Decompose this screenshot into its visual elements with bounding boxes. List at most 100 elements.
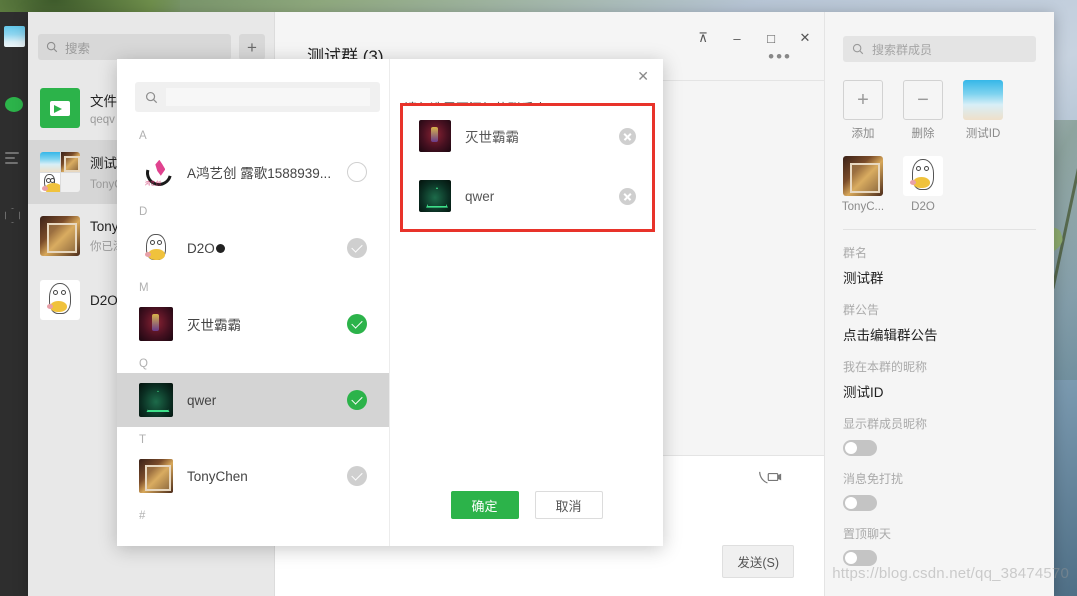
search-icon (46, 41, 58, 53)
avatar (139, 383, 173, 417)
member-label: D2O (911, 201, 935, 213)
avatar (963, 80, 1003, 120)
toggle-pin-chat[interactable] (843, 550, 877, 566)
nav-rail (0, 12, 28, 596)
dialog-actions: 确定 取消 (390, 491, 663, 519)
search-placeholder: 搜索 (65, 41, 91, 56)
field-my-nickname[interactable]: 我在本群的昵称 测试ID (843, 358, 1036, 401)
avatar (139, 231, 173, 265)
member-item[interactable]: D2O (903, 156, 943, 213)
chat-icon[interactable] (5, 97, 23, 115)
field-value: 点击编辑群公告 (843, 328, 938, 343)
group-letter-a: A (139, 130, 147, 142)
plus-icon: + (843, 80, 883, 120)
watermark: https://blog.csdn.net/qq_38474570 (832, 565, 1069, 582)
contact-row-ahong[interactable]: 鸿艺创 A鸿艺创 露歌1588939... (117, 145, 389, 199)
contact-search[interactable] (135, 82, 380, 112)
field-label: 群名 (843, 246, 868, 260)
checkbox-disabled (347, 238, 367, 258)
search-input[interactable]: 搜索 (38, 34, 231, 60)
confirm-button[interactable]: 确定 (450, 491, 519, 519)
member-label: 删除 (911, 128, 935, 140)
member-label: 添加 (851, 128, 875, 140)
member-search-input[interactable]: 搜索群成员 (843, 36, 1036, 62)
video-call-icon[interactable] (758, 468, 782, 486)
remove-selected-icon[interactable] (619, 127, 636, 145)
group-info-panel: 搜索群成员 + 添加 − 删除 测试ID TonyC... D2O 群名 测试群… (824, 12, 1054, 596)
member-label: TonyC... (841, 201, 885, 213)
avatar: 鸿艺创 (139, 155, 173, 189)
remove-member-button[interactable]: − 删除 (903, 80, 943, 141)
contact-avatar (40, 280, 80, 320)
search-icon (852, 43, 864, 55)
add-contacts-dialog: A 鸿艺创 A鸿艺创 露歌1588939... D D2O M 灭世霸霸 Q q… (117, 59, 663, 546)
avatar (843, 156, 883, 196)
contact-avatar (40, 216, 80, 256)
selected-contacts-panel: ✕ 请勾选需要添加的联系人 灭世霸霸 qwer 确定 取消 (390, 59, 663, 546)
rail-profile-avatar[interactable] (4, 26, 25, 47)
selected-contacts-highlight: 灭世霸霸 qwer (400, 103, 655, 232)
contact-name: 灭世霸霸 (187, 318, 241, 333)
member-item[interactable]: TonyC... (841, 156, 885, 213)
field-mute: 消息免打扰 (843, 470, 1036, 511)
field-label: 显示群成员昵称 (843, 417, 928, 431)
pin-button[interactable]: ⊼ (686, 24, 720, 52)
avatar (419, 120, 451, 152)
field-group-name[interactable]: 群名 测试群 (843, 244, 1036, 287)
minimize-button[interactable]: – (720, 24, 754, 52)
chat-name: D2O (90, 292, 118, 308)
send-button[interactable]: 发送(S) (722, 545, 794, 578)
contacts-icon[interactable] (5, 152, 23, 170)
avatar (139, 459, 173, 493)
group-letter-hash: # (139, 510, 146, 522)
favorites-icon[interactable] (5, 208, 23, 226)
member-search-placeholder: 搜索群成员 (872, 42, 933, 57)
field-pin-chat: 置顶聊天 (843, 525, 1036, 566)
checkbox-unchecked[interactable] (347, 162, 367, 182)
contact-name: qwer (187, 392, 217, 408)
remove-selected-icon[interactable] (619, 187, 636, 205)
field-label: 置顶聊天 (843, 527, 892, 541)
field-group-announcement[interactable]: 群公告 点击编辑群公告 (843, 301, 1036, 344)
contact-name: D2O (187, 241, 333, 256)
selected-contact-name: 灭世霸霸 (465, 130, 519, 145)
checkbox-checked[interactable] (347, 390, 367, 410)
member-item[interactable]: 测试ID (963, 80, 1003, 141)
field-value: 测试群 (843, 271, 884, 286)
field-label: 群公告 (843, 303, 880, 317)
group-letter-m: M (139, 282, 149, 294)
contact-row-qwer[interactable]: qwer (117, 373, 389, 427)
contact-row-mieshibaba[interactable]: 灭世霸霸 (117, 297, 389, 351)
search-icon (145, 91, 158, 103)
contact-name: TonyChen (187, 468, 248, 484)
contact-search-input[interactable] (166, 88, 370, 106)
toggle-show-member-nicknames[interactable] (843, 440, 877, 456)
contact-row-d2o[interactable]: D2O (117, 221, 389, 275)
add-member-button[interactable]: + 添加 (843, 80, 883, 141)
contact-row-tonychen[interactable]: TonyChen (117, 449, 389, 503)
group-letter-t: T (139, 434, 147, 446)
cancel-button[interactable]: 取消 (534, 491, 603, 519)
window-controls: ⊼ – □ ✕ (686, 24, 822, 52)
selected-contact-row: qwer (403, 166, 652, 226)
field-value: 测试ID (843, 385, 884, 400)
maximize-button[interactable]: □ (754, 24, 788, 52)
member-grid: + 添加 − 删除 测试ID TonyC... D2O (841, 80, 1036, 213)
add-chat-button[interactable]: + (239, 34, 265, 60)
checkbox-disabled (347, 466, 367, 486)
checkbox-checked[interactable] (347, 314, 367, 334)
field-label: 消息免打扰 (843, 472, 904, 486)
group-letter-d: D (139, 206, 148, 218)
field-label: 我在本群的昵称 (843, 360, 928, 374)
contact-picker-list: A 鸿艺创 A鸿艺创 露歌1588939... D D2O M 灭世霸霸 Q q… (117, 59, 390, 546)
chat-list-searchbar: 搜索 + (38, 34, 265, 60)
avatar (903, 156, 943, 196)
member-label: 测试ID (965, 128, 1001, 140)
toggle-mute[interactable] (843, 495, 877, 511)
contact-name: A鸿艺创 露歌1588939... (187, 166, 332, 181)
close-button[interactable]: ✕ (788, 24, 822, 52)
contacts-scroll-list[interactable]: A 鸿艺创 A鸿艺创 露歌1588939... D D2O M 灭世霸霸 Q q… (117, 123, 389, 546)
field-show-member-nicknames: 显示群成员昵称 (843, 415, 1036, 456)
close-icon[interactable]: ✕ (637, 69, 649, 83)
avatar (419, 180, 451, 212)
